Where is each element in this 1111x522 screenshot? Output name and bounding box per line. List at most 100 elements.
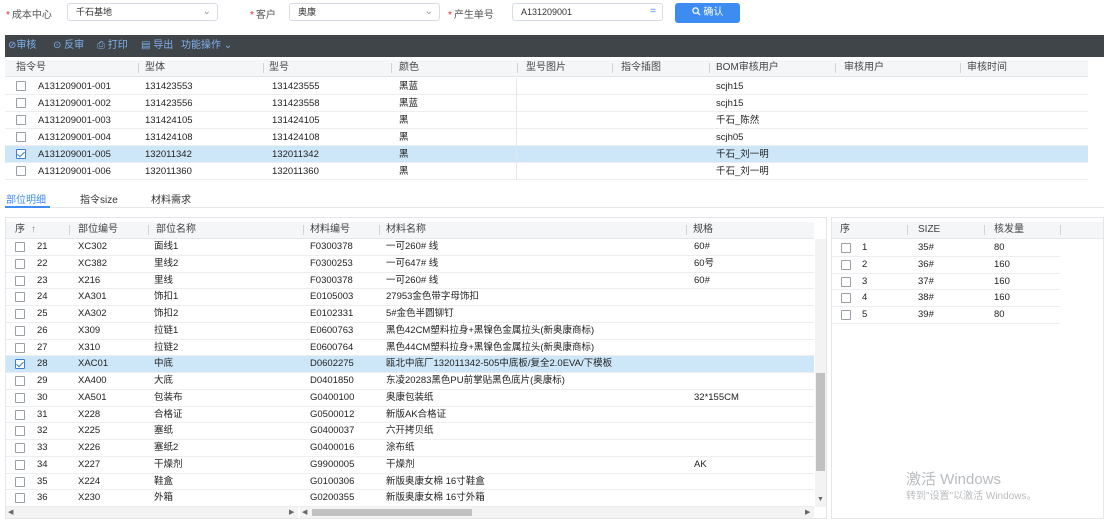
order-no-input[interactable]: A131209001 = [512,3,663,21]
parts-vscrollbar[interactable]: ▼ [815,239,826,507]
color-cell: 黑蓝 [399,81,419,92]
row-checkbox[interactable] [16,166,26,176]
row-checkbox[interactable] [16,98,26,108]
table-row[interactable]: 21 XC302 面线1 F0300378 一可260# 线 60# [6,239,814,256]
size-seq-cell: 2 [862,258,868,270]
row-checkbox[interactable] [841,293,851,304]
export-button[interactable]: ▤ 导出 [141,35,173,57]
order-no-cell: A131209001-006 [38,166,111,177]
table-row[interactable]: 32 X225 塞纸 G0400037 六开拷贝纸 [6,423,814,440]
tab-order-size[interactable]: 指令size [80,191,118,206]
table-row[interactable]: 35 X224 鞋盒 G0100306 新版奥康女棉 16寸鞋盒 [6,474,814,491]
table-row[interactable]: 31 X228 合格证 G0500012 新版AK合格证 [6,407,814,424]
table-row[interactable]: 3 37# 160 [832,274,1060,291]
table-row[interactable]: 30 XA501 包装布 G0400100 奥康包装纸 32*155CM [6,390,814,407]
row-checkbox[interactable] [841,259,851,270]
parts-hscrollbar-left[interactable]: ◀ ▶ [6,507,298,518]
material-name-cell: 涂布纸 [386,442,415,453]
scroll-right-icon[interactable]: ▶ [289,508,294,516]
row-checkbox[interactable] [15,426,25,437]
unaudit-button[interactable]: ⊙ 反审 [53,35,84,57]
material-code-cell: E0600763 [310,324,354,336]
col-audit-time: 审核时间 [967,62,1007,73]
table-row[interactable]: 28 XAC01 中底 D0602275 瓯北中底厂132011342-505中底板/复… [6,356,814,373]
lookup-icon[interactable]: = [650,4,656,20]
tab-material-demand[interactable]: 材料需求 [151,191,191,206]
row-checkbox[interactable] [15,325,25,336]
row-checkbox[interactable] [841,243,851,253]
row-checkbox[interactable] [15,258,25,269]
row-checkbox[interactable] [15,443,25,453]
row-checkbox[interactable] [15,292,25,303]
table-row[interactable]: 34 X227 干燥剂 G9900005 干燥剂 AK [6,457,814,474]
row-checkbox[interactable] [15,476,25,487]
row-checkbox[interactable] [15,309,25,319]
table-row[interactable]: 24 XA301 饰扣1 E0105003 27953金色带字母饰扣 [6,289,814,306]
seq-cell: 28 [37,358,48,370]
spec-cell: 60# [694,241,710,252]
row-checkbox[interactable] [16,149,26,159]
row-checkbox[interactable] [15,392,25,403]
part-name-cell: 里线 [154,274,174,286]
material-name-cell: 一可260# 线 [386,241,439,252]
cost-center-select[interactable]: 千石基地 ⌄ [67,3,218,21]
table-row[interactable]: A131209001-001 131423553 131423555 黑蓝 scjh15 [5,78,1088,95]
sort-up-icon[interactable]: ↑ [31,222,36,238]
customer-select[interactable]: 奥康 ⌄ [289,3,440,21]
row-checkbox[interactable] [16,115,26,125]
row-checkbox[interactable] [15,459,25,470]
row-checkbox[interactable] [15,242,25,252]
row-checkbox[interactable] [15,275,25,286]
parts-hscroll-thumb[interactable] [312,509,472,516]
table-row[interactable]: A131209001-005 132011342 132011342 黑 千石_刘一明 [5,146,1088,163]
parts-hscrollbar-right[interactable]: ◀ ▶ [300,507,814,518]
table-row[interactable]: A131209001-006 132011360 132011360 黑 千石_刘一明 [5,163,1088,180]
scroll-down-icon[interactable]: ▼ [817,496,824,503]
seq-cell: 36 [37,492,48,504]
row-checkbox[interactable] [15,409,25,420]
scroll-left-icon[interactable]: ◀ [302,508,307,516]
row-checkbox[interactable] [841,276,851,287]
print-button[interactable]: ⎙ 打印 [97,35,128,57]
confirm-button[interactable]: 确认 [675,3,740,23]
row-checkbox[interactable] [15,493,25,504]
print-label: 打印 [107,40,128,51]
part-code-cell: X228 [78,408,101,420]
row-checkbox[interactable] [841,310,851,320]
row-checkbox[interactable] [16,81,26,91]
table-row[interactable]: 26 X309 拉链1 E0600763 黑色42CM塑料拉身+黑镍色金属拉头(新奥康商… [6,323,814,340]
functions-menu[interactable]: 功能操作 ⌄ [181,35,232,57]
table-row[interactable]: 29 XA400 大底 D0401850 东凌20283黑色PU前掌贴黑色底片(奥康标) [6,373,814,390]
table-row[interactable]: 4 38# 160 [832,290,1060,307]
chevron-down-icon: ⌄ [223,40,233,51]
part-code-cell: X226 [78,442,101,453]
table-row[interactable]: 36 X230 外箱 G0200355 新版奥康女棉 16寸外箱 [6,490,814,507]
table-row[interactable]: 1 35# 80 [832,240,1060,257]
scroll-right-icon[interactable]: ▶ [805,508,810,516]
table-row[interactable]: 33 X226 塞纸2 G0400016 涂布纸 [6,440,814,457]
row-checkbox[interactable] [16,132,26,142]
table-row[interactable]: A131209001-004 131424108 131424108 黑 scjh05 [5,129,1088,146]
table-row[interactable]: 5 39# 80 [832,307,1060,324]
audit-button[interactable]: ⊘审核 [8,35,36,57]
row-checkbox[interactable] [15,359,25,370]
row-checkbox[interactable] [15,376,25,386]
seq-cell: 35 [37,475,48,487]
table-row[interactable]: 25 XA302 饰扣2 E0102331 5#金色半圆铆钉 [6,306,814,323]
table-row[interactable]: 22 XC382 里线2 F0300253 一可647# 线 60号 [6,256,814,273]
table-row[interactable]: 2 36# 160 [832,257,1060,274]
material-code-cell: F0300378 [310,241,353,252]
scroll-left-icon[interactable]: ◀ [8,508,13,516]
table-row[interactable]: 27 X310 拉链2 E0600764 黑色44CM塑料拉身+黑镍色金属拉头(新奥康商… [6,340,814,357]
table-row[interactable]: A131209001-002 131423556 131423558 黑蓝 scjh15 [5,95,1088,112]
row-checkbox[interactable] [15,342,25,353]
parts-vscroll-thumb[interactable] [816,373,825,471]
size-cell: 39# [918,309,934,320]
col-material-code: 材料编号 [310,224,350,235]
table-row[interactable]: 23 X216 里线 F0300378 一可260# 线 60# [6,273,814,290]
table-row[interactable]: A131209001-003 131424105 131424105 黑 千石_陈然 [5,112,1088,129]
bom-user-cell: scjh05 [716,132,744,143]
tab-part-details[interactable]: 部位明细 [6,191,46,206]
part-code-cell: X224 [78,475,101,487]
seq-cell: 31 [37,408,48,420]
